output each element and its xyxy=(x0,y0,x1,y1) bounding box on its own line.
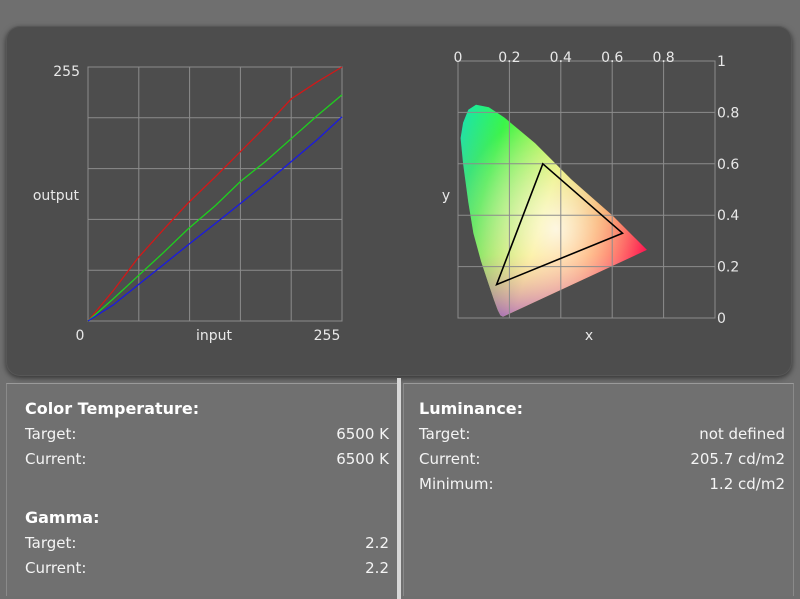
color-temperature-target-value: 6500 K xyxy=(336,425,389,443)
cie-ytick-label: 0.6 xyxy=(717,157,739,173)
cie-xtick-label: 0.2 xyxy=(498,50,520,66)
cie-color-locus xyxy=(460,104,647,317)
left-info-panel: Color Temperature: Target: 6500 K Curren… xyxy=(6,383,397,596)
curves-x-label: input xyxy=(196,328,233,344)
luminance-target-value: not defined xyxy=(699,425,785,443)
luminance-current-value: 205.7 cd/m2 xyxy=(690,450,785,468)
curves-grid xyxy=(87,66,343,322)
color-temperature-target-row: Target: 6500 K xyxy=(25,422,389,447)
curves-xtick-max: 255 xyxy=(314,328,341,344)
gamma-current-row: Current: 2.2 xyxy=(25,556,389,581)
cie-y-ticks: 0 0.2 0.4 0.6 0.8 1 xyxy=(717,54,739,327)
luminance-target-row: Target: not defined xyxy=(419,422,785,447)
gamma-group: Gamma: Target: 2.2 Current: 2.2 xyxy=(25,505,389,581)
cie-xtick-label: 0.4 xyxy=(550,50,572,66)
cie-x-label: x xyxy=(585,328,593,344)
cie-y-label: y xyxy=(442,188,450,204)
gamma-target-value: 2.2 xyxy=(365,534,389,552)
cie-ytick-label: 0.2 xyxy=(717,260,739,276)
cie-xtick-label: 0.6 xyxy=(601,50,623,66)
luminance-current-label: Current: xyxy=(419,450,481,468)
luminance-minimum-value: 1.2 cd/m2 xyxy=(709,475,785,493)
color-temperature-current-value: 6500 K xyxy=(336,450,389,468)
curves-plot-frame xyxy=(87,66,343,322)
cie-ytick-label: 0 xyxy=(717,311,726,327)
right-info-panel: Luminance: Target: not defined Current: … xyxy=(403,383,794,596)
cie-ytick-label: 0.4 xyxy=(717,208,739,224)
color-temperature-current-label: Current: xyxy=(25,450,87,468)
color-temperature-target-label: Target: xyxy=(25,425,77,443)
gamma-current-value: 2.2 xyxy=(365,559,389,577)
curve-series-2 xyxy=(87,94,343,322)
luminance-group: Luminance: Target: not defined Current: … xyxy=(419,396,785,497)
cie-xtick-label: 0 xyxy=(454,50,463,66)
cie-ytick-label: 1 xyxy=(717,54,726,70)
curve-series-1 xyxy=(87,66,343,322)
cie-xtick-label: 0.8 xyxy=(652,50,674,66)
luminance-current-row: Current: 205.7 cd/m2 xyxy=(419,447,785,472)
charts-panel: 255 output 0 input 255 0 0.2 0.4 0.6 0.8 0 0.… xyxy=(6,26,792,376)
cie-ytick-label: 0.8 xyxy=(717,105,739,121)
luminance-minimum-label: Minimum: xyxy=(419,475,494,493)
curves-ytick-max: 255 xyxy=(53,64,80,80)
luminance-minimum-row: Minimum: 1.2 cd/m2 xyxy=(419,472,785,497)
gamma-current-label: Current: xyxy=(25,559,87,577)
charts-svg: 255 output 0 input 255 0 0.2 0.4 0.6 0.8 0 0.… xyxy=(33,50,740,344)
cie-x-ticks: 0 0.2 0.4 0.6 0.8 xyxy=(454,50,675,66)
curves-series xyxy=(87,66,343,322)
gamma-target-label: Target: xyxy=(25,534,77,552)
gamma-target-row: Target: 2.2 xyxy=(25,531,389,556)
gamma-heading: Gamma: xyxy=(25,508,100,527)
panel-divider xyxy=(397,378,401,599)
curves-y-label: output xyxy=(33,188,80,204)
color-temperature-current-row: Current: 6500 K xyxy=(25,447,389,472)
curves-xtick-min: 0 xyxy=(76,328,85,344)
luminance-target-label: Target: xyxy=(419,425,471,443)
color-temperature-group: Color Temperature: Target: 6500 K Curren… xyxy=(25,396,389,472)
color-temperature-heading: Color Temperature: xyxy=(25,399,200,418)
luminance-heading: Luminance: xyxy=(419,399,524,418)
